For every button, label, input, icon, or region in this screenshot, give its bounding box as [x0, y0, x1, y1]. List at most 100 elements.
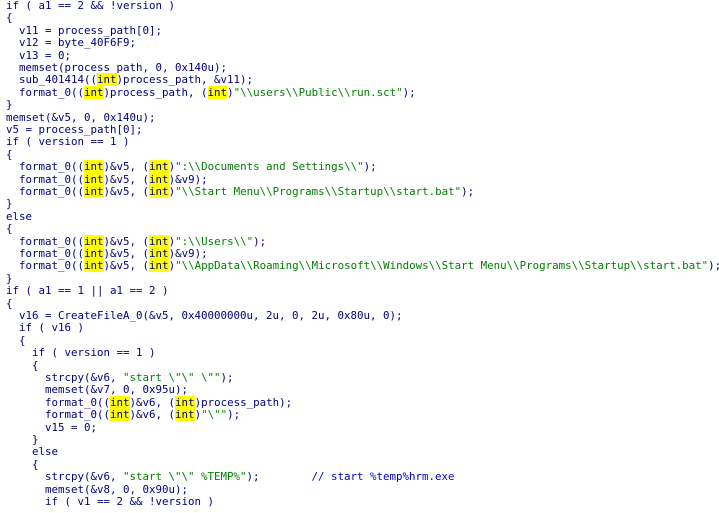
string-literal: "\\Start Menu\\Programs\\Startup\\start.…	[175, 185, 462, 198]
code-token: v11 = process_path[0];	[6, 23, 163, 37]
code-line[interactable]: if ( a1 == 2 && !version )	[6, 0, 719, 12]
code-token: {	[6, 358, 39, 372]
code-token: v16 = CreateFileA_0(&v5, 0x40000000u, 2u…	[6, 309, 403, 322]
code-token: {	[6, 457, 39, 471]
code-line[interactable]: else	[6, 209, 719, 223]
code-token: strcpy(&v6,	[6, 371, 124, 384]
highlighted-token: int	[97, 73, 117, 87]
code-token: )process_path, &v11);	[116, 73, 254, 87]
code-line[interactable]: if ( version == 1 )	[6, 136, 719, 148]
string-literal: ":\\Users\\"	[175, 234, 254, 248]
code-token: memset(&v7, 0, 0x95u);	[6, 383, 189, 397]
code-token: );	[220, 371, 234, 384]
code-token: memset(&v8, 0, 0x90u);	[6, 482, 189, 496]
code-line[interactable]: }	[6, 198, 719, 210]
code-token: if ( a1 == 1 || a1 == 2 )	[6, 284, 169, 298]
code-token: );	[402, 85, 416, 99]
code-line[interactable]: v12 = byte_40F6F9;	[6, 36, 719, 50]
code-line[interactable]: if ( v16 )	[6, 322, 719, 334]
code-line[interactable]: v15 = 0;	[6, 420, 719, 434]
code-comment: // start %temp%hrm.exe	[311, 470, 455, 484]
code-token: format_0((	[6, 259, 85, 273]
code-token: if ( version == 1 )	[6, 135, 130, 149]
code-token: )&v5, (	[103, 185, 150, 198]
code-line[interactable]: if ( a1 == 1 || a1 == 2 )	[6, 284, 719, 298]
highlighted-token: int	[110, 395, 130, 409]
code-token: if ( version == 1 )	[6, 346, 156, 360]
code-token: {	[6, 222, 13, 236]
highlighted-token: int	[149, 247, 169, 260]
code-token: {	[6, 296, 13, 310]
code-token: if ( v1 == 2 && !version )	[6, 495, 215, 508]
code-token: )&v9);	[168, 172, 208, 186]
code-token: )process_path);	[194, 395, 293, 409]
code-token: )&v5, (	[103, 259, 150, 273]
code-line[interactable]: format_0((int)process_path, (int)"\\user…	[6, 85, 719, 99]
highlighted-token: int	[175, 408, 195, 422]
code-token: else	[6, 209, 33, 223]
highlighted-token: int	[84, 247, 104, 260]
highlighted-token: int	[149, 160, 169, 174]
code-line[interactable]: v16 = CreateFileA_0(&v5, 0x40000000u, 2u…	[6, 309, 719, 322]
code-line[interactable]: if ( version == 1 )	[6, 346, 719, 360]
code-token: );	[246, 470, 312, 484]
code-token: memset(process_path, 0, 0x140u);	[6, 61, 228, 74]
code-token: format_0((	[6, 408, 111, 422]
code-token: )&v5, (	[103, 160, 150, 174]
highlighted-token: int	[84, 185, 104, 198]
code-token: {	[6, 147, 13, 161]
code-token: )&v6, (	[129, 408, 176, 422]
string-literal: "\""	[201, 408, 228, 422]
highlighted-token: int	[207, 85, 228, 99]
highlighted-token: int	[149, 259, 169, 273]
code-token: format_0((	[6, 234, 85, 248]
code-token: );	[363, 160, 377, 174]
code-token: )process_path, (	[103, 85, 208, 99]
code-line[interactable]: format_0((int)&v5, (int)"\\Start Menu\\P…	[6, 185, 719, 198]
highlighted-token: int	[110, 408, 130, 422]
code-token: format_0((	[6, 85, 85, 99]
code-token: );	[708, 259, 719, 273]
code-token: format_0((	[6, 185, 85, 198]
highlighted-token: int	[84, 172, 104, 186]
code-token: format_0((	[6, 395, 111, 409]
string-literal: ":\\Documents and Settings\\"	[175, 160, 364, 174]
code-token: );	[461, 185, 475, 198]
code-token: v12 = byte_40F6F9;	[6, 36, 137, 50]
highlighted-token: int	[149, 185, 169, 198]
highlighted-token: int	[84, 160, 104, 174]
code-line[interactable]: }	[6, 433, 719, 446]
code-token: }	[6, 98, 13, 112]
code-token: }	[6, 271, 13, 285]
code-line[interactable]: format_0((int)&v5, (int)"\\AppData\\Roam…	[6, 259, 719, 273]
code-token: {	[6, 11, 13, 25]
code-line[interactable]: if ( v1 == 2 && !version )	[6, 495, 719, 508]
code-line[interactable]: else	[6, 446, 719, 458]
code-token: )&v5, (	[103, 172, 150, 186]
code-token: );	[253, 234, 267, 248]
code-token: v15 = 0;	[6, 420, 98, 434]
highlighted-token: int	[149, 234, 169, 248]
code-line[interactable]: memset(&v7, 0, 0x95u);	[6, 384, 719, 396]
string-literal: "\\users\\Public\\run.sct"	[233, 85, 403, 99]
highlighted-token: int	[175, 395, 195, 409]
code-token: if ( v16 )	[6, 321, 85, 335]
code-token: memset(&v5, 0, 0x140u);	[6, 110, 156, 124]
code-token: }	[6, 433, 39, 446]
highlighted-token: int	[84, 85, 104, 99]
code-token: format_0((	[6, 247, 85, 260]
code-token: )&v5, (	[103, 234, 150, 248]
code-token: v13 = 0;	[6, 48, 72, 62]
code-token: else	[6, 445, 59, 459]
code-token: format_0((	[6, 172, 85, 186]
highlighted-token: int	[84, 234, 104, 248]
string-literal: "start \"\" %TEMP%"	[123, 470, 247, 484]
code-token: v5 = process_path[0];	[6, 123, 143, 136]
code-token: )&v5, (	[103, 247, 150, 260]
highlighted-token: int	[149, 172, 169, 186]
pseudocode-view[interactable]: if ( a1 == 2 && !version ){ v11 = proces…	[0, 0, 719, 513]
code-token: strcpy(&v6,	[6, 470, 124, 484]
string-literal: "\\AppData\\Roaming\\Microsoft\\Windows\…	[175, 259, 709, 273]
code-token: )&v6, (	[129, 395, 176, 409]
code-line[interactable]: format_0((int)&v6, (int)"\"");	[6, 408, 719, 422]
